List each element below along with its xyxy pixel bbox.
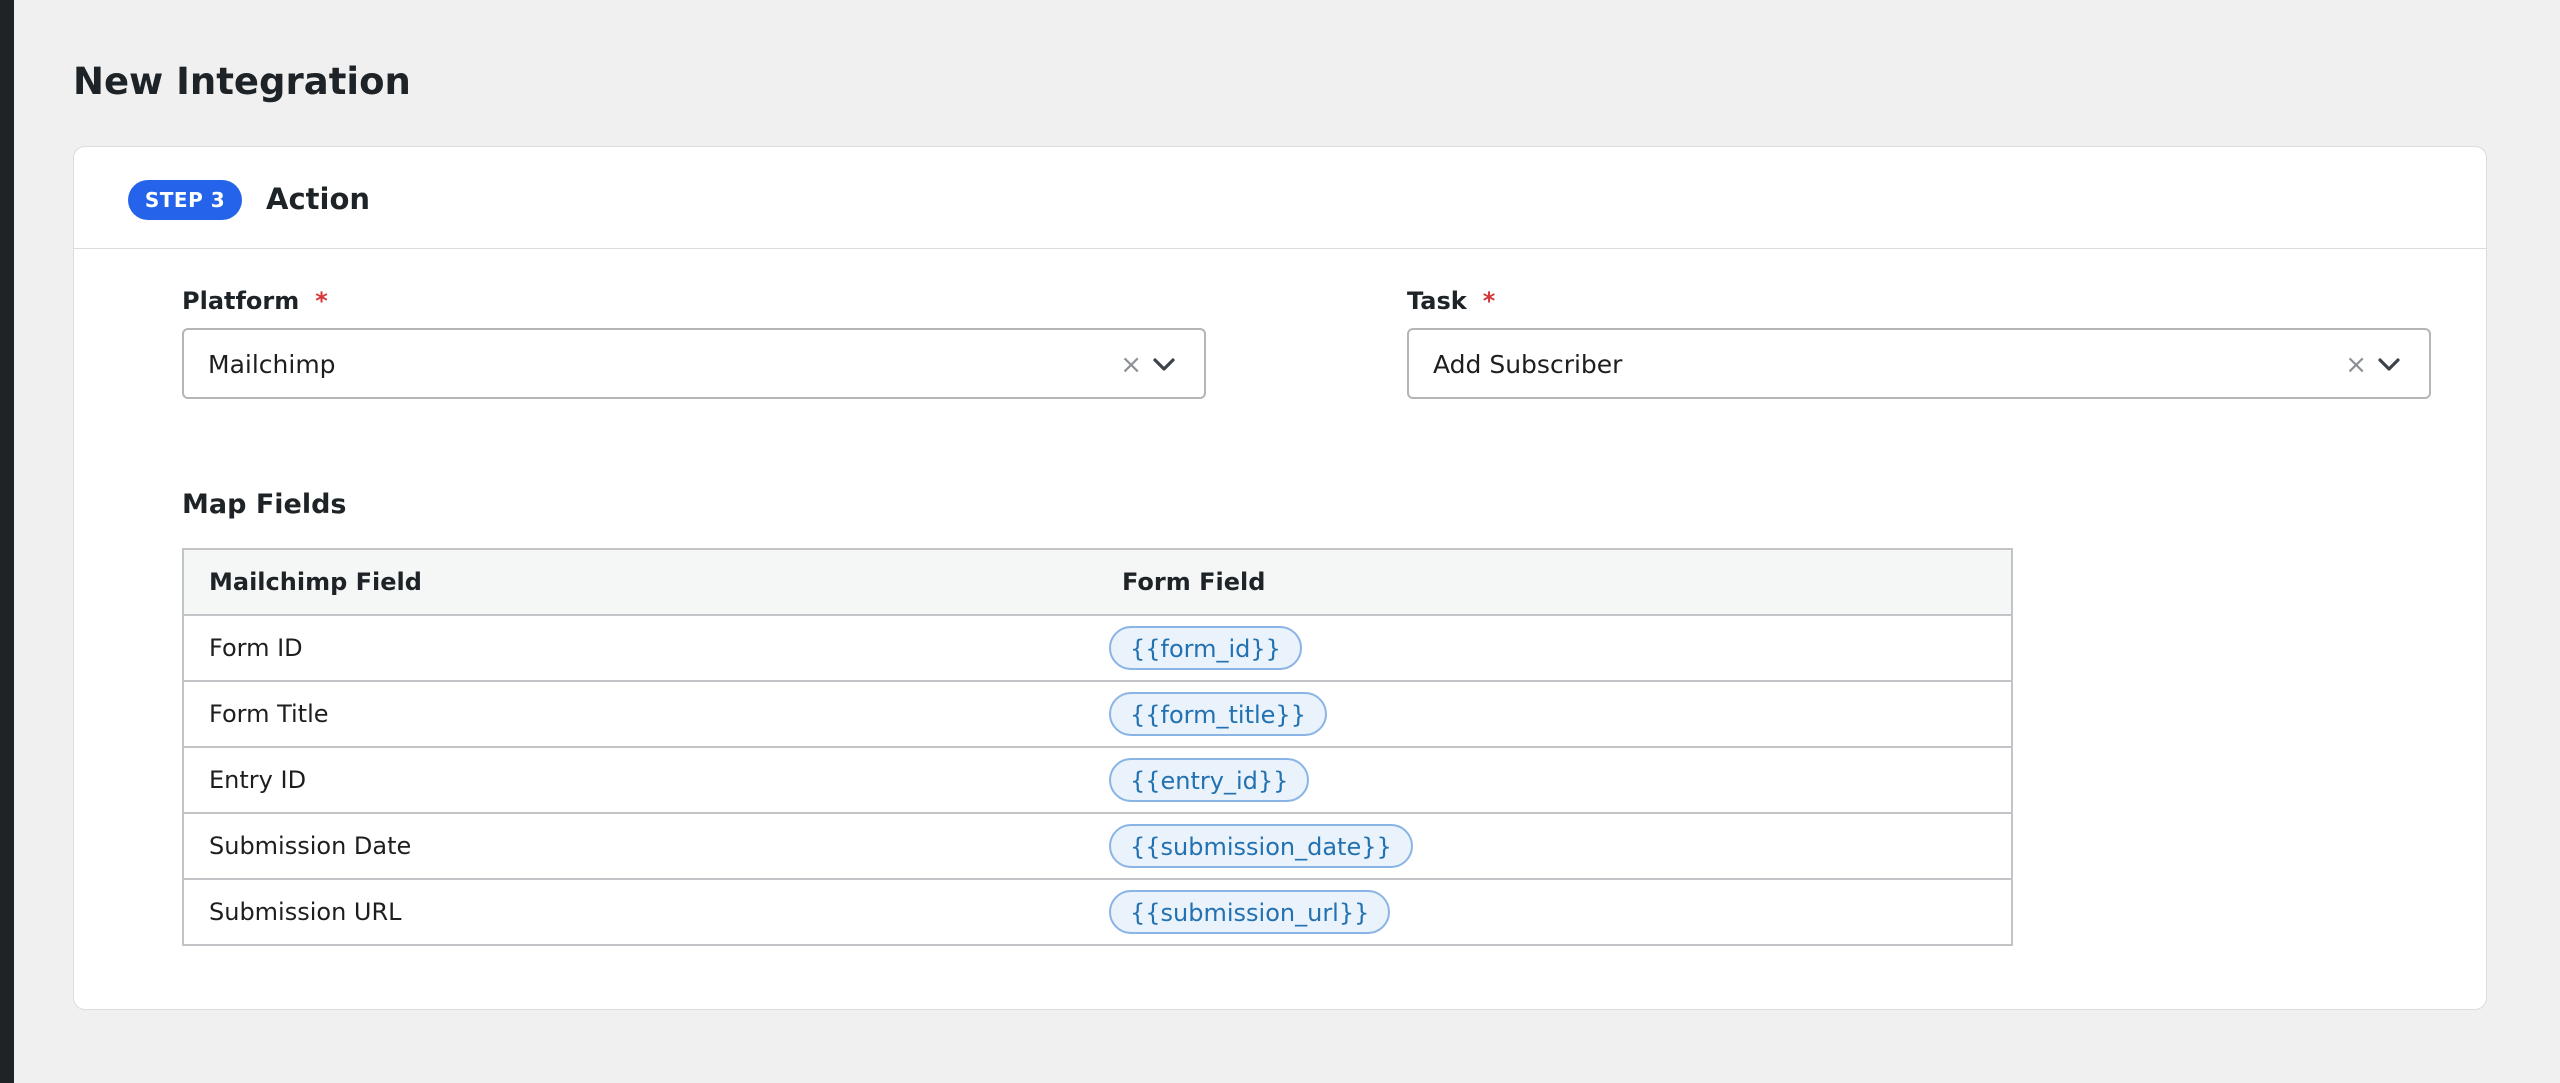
column-header-mailchimp-field: Mailchimp Field — [183, 549, 1097, 616]
required-asterisk: * — [315, 287, 328, 315]
merge-tag-token[interactable]: {{form_id}} — [1109, 626, 1302, 670]
chevron-down-icon[interactable] — [2377, 352, 2401, 376]
step-header: STEP 3 Action — [74, 147, 2486, 249]
form-field-cell: {{submission_url}} — [1097, 879, 2012, 945]
platform-clear-icon[interactable]: × — [1120, 348, 1142, 382]
table-row: Submission Date {{submission_date}} — [183, 813, 2012, 880]
mailchimp-field-name: Submission URL — [209, 898, 402, 926]
platform-label-text: Platform — [182, 287, 300, 315]
merge-tag-token[interactable]: {{form_title}} — [1109, 692, 1327, 736]
platform-label: Platform * — [182, 284, 328, 318]
task-label-text: Task — [1407, 287, 1467, 315]
table-row: Entry ID {{entry_id}} — [183, 747, 2012, 814]
step-title: Action — [266, 182, 371, 216]
map-fields-title: Map Fields — [182, 489, 347, 520]
column-header-form-field: Form Field — [1097, 549, 2012, 616]
table-row: Submission URL {{submission_url}} — [183, 879, 2012, 945]
form-field-cell: {{entry_id}} — [1097, 747, 2012, 814]
mailchimp-field-name: Form Title — [183, 681, 1097, 748]
table-header-row: Mailchimp Field Form Field — [183, 549, 2012, 616]
form-field-cell: {{form_title}} — [1097, 681, 2012, 748]
merge-tag-token[interactable]: {{entry_id}} — [1109, 758, 1310, 802]
task-label: Task * — [1407, 284, 1495, 318]
mailchimp-field-name: Form ID — [183, 615, 1097, 682]
page-title: New Integration — [73, 60, 411, 103]
table-row: Form Title {{form_title}} — [183, 681, 2012, 748]
required-asterisk: * — [1482, 287, 1496, 315]
chevron-down-icon[interactable] — [1152, 352, 1176, 376]
platform-select-value: Mailchimp — [208, 350, 336, 379]
task-select[interactable]: Add Subscriber × — [1407, 328, 2431, 399]
field-mapping-table: Mailchimp Field Form Field Form ID {{for… — [182, 548, 2013, 946]
table-row: Form ID {{form_id}} — [183, 615, 2012, 682]
mailchimp-field-name: Entry ID — [183, 747, 1097, 814]
form-field-cell: {{form_id}} — [1097, 615, 2012, 682]
task-select-value: Add Subscriber — [1433, 350, 1623, 379]
step-badge: STEP 3 — [128, 180, 242, 220]
admin-sidebar-edge — [0, 0, 14, 1083]
task-clear-icon[interactable]: × — [2345, 348, 2367, 382]
form-field-cell: {{submission_date}} — [1097, 813, 2012, 880]
merge-tag-token[interactable]: {{submission_date}} — [1109, 824, 1413, 868]
mailchimp-field-name: Submission Date — [183, 813, 1097, 880]
merge-tag-token[interactable]: {{submission_url}} — [1109, 890, 1391, 934]
platform-select[interactable]: Mailchimp × — [182, 328, 1206, 399]
